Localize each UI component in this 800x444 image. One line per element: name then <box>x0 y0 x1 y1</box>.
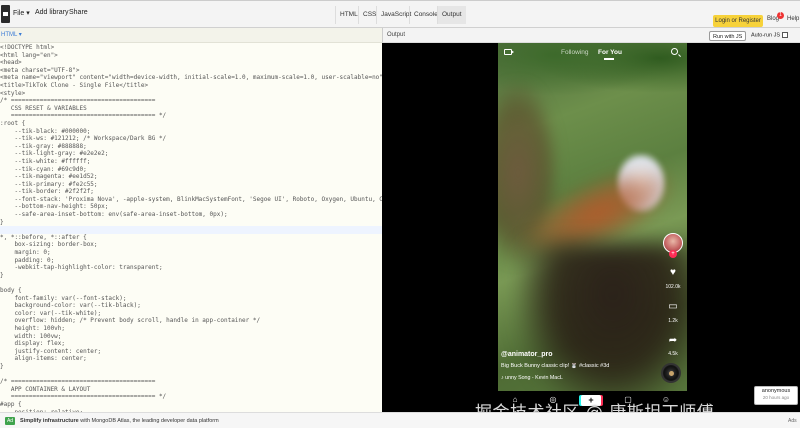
run-with-js-button[interactable]: Run with JS <box>709 31 747 41</box>
code-line[interactable]: justify-content: center; <box>0 348 382 356</box>
output-header: Output Run with JS Auto-run JS <box>382 28 800 43</box>
code-line[interactable] <box>0 226 382 234</box>
code-line[interactable]: CSS RESET & VARIABLES <box>0 105 382 113</box>
code-line[interactable]: -webkit-tap-highlight-color: transparent… <box>0 264 382 272</box>
tab-output[interactable]: Output <box>437 6 466 24</box>
file-menu[interactable]: File ▾ <box>13 9 30 17</box>
ad-body-text: with MongoDB Atlas, the leading develope… <box>78 418 219 424</box>
code-line[interactable]: :root { <box>0 120 382 128</box>
video-username[interactable]: @animator_pro <box>501 351 553 358</box>
live-video-icon[interactable] <box>504 49 514 55</box>
video-blur-dark <box>518 243 687 412</box>
code-line[interactable]: width: 100vw; <box>0 333 382 341</box>
code-line[interactable] <box>0 279 382 287</box>
code-line[interactable]: --font-stack: 'Proxima Nova', -apple-sys… <box>0 196 382 204</box>
code-line[interactable]: <meta charset="UTF-8"> <box>0 67 382 75</box>
share-count: 4.5k <box>668 351 678 357</box>
code-line[interactable]: --tik-cyan: #69c9d0; <box>0 166 382 174</box>
code-line[interactable]: *, *::before, *::after { <box>0 234 382 242</box>
blog-notification-badge: 1 <box>777 12 784 19</box>
code-line[interactable]: <style> <box>0 90 382 98</box>
login-register-button[interactable]: Login or Register <box>713 15 763 27</box>
anonymous-user-card[interactable]: anonymous 20 hours ago <box>754 386 798 405</box>
code-line[interactable]: box-sizing: border-box; <box>0 241 382 249</box>
output-frame: Following For You + ♥ 102.0k ▭ 1.2k ➦ 4.… <box>382 43 800 412</box>
code-line[interactable]: ========================================… <box>0 393 382 401</box>
code-line[interactable]: --tik-black: #000000; <box>0 128 382 136</box>
search-icon[interactable] <box>671 48 678 55</box>
like-count: 102.0k <box>665 284 681 290</box>
tiktok-clone-phone[interactable]: Following For You + ♥ 102.0k ▭ 1.2k ➦ 4.… <box>498 43 687 412</box>
code-line[interactable]: --tik-ws: #121212; /* Workspace/Dark BG … <box>0 135 382 143</box>
code-line[interactable]: --bottom-nav-height: 50px; <box>0 203 382 211</box>
auto-run-label: Auto-run JS <box>751 32 781 39</box>
code-line[interactable]: align-items: center; <box>0 355 382 363</box>
add-library-button[interactable]: Add library <box>35 9 68 16</box>
code-line[interactable]: <title>TikTok Clone - Single File</title… <box>0 82 382 90</box>
code-line[interactable]: <!DOCTYPE html> <box>0 44 382 52</box>
music-disc-icon[interactable] <box>661 363 681 383</box>
video-description: Big Buck Bunny classic clip! 🐰 #classic … <box>501 363 610 369</box>
code-line[interactable]: display: flex; <box>0 340 382 348</box>
help-link[interactable]: Help <box>787 16 799 22</box>
jsfiddle-logo-icon[interactable] <box>1 5 10 23</box>
code-line[interactable]: --tik-border: #2f2f2f; <box>0 188 382 196</box>
user-name: anonymous <box>761 388 791 394</box>
code-line[interactable]: <meta name="viewport" content="width=dev… <box>0 74 382 82</box>
code-line[interactable]: --tik-primary: #fe2c55; <box>0 181 382 189</box>
ad-tag: Ad <box>5 417 15 425</box>
bottom-strip <box>0 428 800 444</box>
tab-for-you[interactable]: For You <box>598 49 622 60</box>
feed-top-bar: Following For You <box>498 46 687 60</box>
code-line[interactable]: } <box>0 363 382 371</box>
code-line[interactable]: ========================================… <box>0 112 382 120</box>
code-line[interactable]: body { <box>0 287 382 295</box>
output-label: Output <box>387 32 406 38</box>
editor-language-selector[interactable]: HTML ▾ <box>0 28 382 43</box>
code-line[interactable]: font-family: var(--font-stack); <box>0 295 382 303</box>
code-line[interactable]: /* =====================================… <box>0 97 382 105</box>
share-icon[interactable]: ➦ <box>666 335 680 347</box>
top-toolbar: File ▾ Add library Share HTML CSS JavaSc… <box>0 0 800 28</box>
code-line[interactable]: overflow: hidden; /* Prevent body scroll… <box>0 317 382 325</box>
code-line[interactable]: <head> <box>0 59 382 67</box>
auto-run-js-toggle[interactable]: Auto-run JS <box>751 32 789 39</box>
heart-icon[interactable]: ♥ <box>666 267 680 279</box>
tab-following[interactable]: Following <box>561 49 588 56</box>
ad-text[interactable]: Simplify infrastructure with MongoDB Atl… <box>20 413 219 429</box>
jsfiddle-app: File ▾ Add library Share HTML CSS JavaSc… <box>0 0 800 444</box>
blog-link[interactable]: Blog 1 <box>767 12 784 22</box>
code-line[interactable]: #app { <box>0 401 382 409</box>
comment-icon[interactable]: ▭ <box>666 301 680 313</box>
code-line[interactable]: color: var(--tik-white); <box>0 310 382 318</box>
code-line[interactable]: height: 100vh; <box>0 325 382 333</box>
ads-label: Ads <box>788 418 797 424</box>
code-area[interactable]: <!DOCTYPE html> <html lang="en"> <head> <me… <box>0 44 382 412</box>
code-line[interactable]: --safe-area-inset-bottom: env(safe-area-… <box>0 211 382 219</box>
code-line[interactable]: --tik-magenta: #ee1d52; <box>0 173 382 181</box>
auto-run-checkbox[interactable] <box>782 32 789 38</box>
code-line[interactable]: <html lang="en"> <box>0 52 382 60</box>
share-button[interactable]: Share <box>69 9 88 16</box>
code-line[interactable]: background-color: var(--tik-black); <box>0 302 382 310</box>
follow-plus-icon[interactable]: + <box>669 250 677 258</box>
code-line[interactable]: APP CONTAINER & LAYOUT <box>0 386 382 394</box>
code-line[interactable]: --tik-light-gray: #e2e2e2; <box>0 150 382 158</box>
user-last-seen: 20 hours ago <box>762 395 790 400</box>
music-ticker[interactable]: ♪ unny Song - Kevin MacL <box>501 375 563 381</box>
code-line[interactable]: margin: 0; <box>0 249 382 257</box>
ad-bold-text: Simplify infrastructure <box>20 418 79 424</box>
code-line[interactable]: } <box>0 219 382 227</box>
comment-count: 1.2k <box>668 318 678 324</box>
code-line[interactable]: } <box>0 272 382 280</box>
code-line[interactable]: --tik-white: #ffffff; <box>0 158 382 166</box>
code-line[interactable]: /* =====================================… <box>0 378 382 386</box>
code-line[interactable]: padding: 0; <box>0 257 382 265</box>
code-line[interactable]: --tik-gray: #888888; <box>0 143 382 151</box>
code-line[interactable] <box>0 371 382 379</box>
ad-bar[interactable]: Ad Simplify infrastructure with MongoDB … <box>0 412 800 428</box>
html-editor-panel[interactable]: HTML ▾ <!DOCTYPE html> <html lang="en"> <h… <box>0 28 382 412</box>
